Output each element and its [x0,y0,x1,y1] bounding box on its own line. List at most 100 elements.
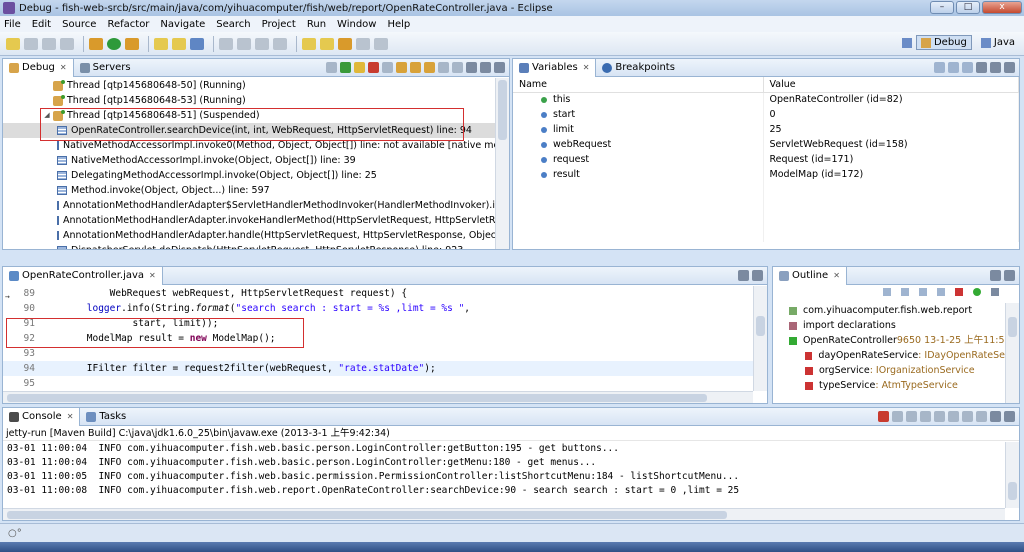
column-header-value[interactable]: Value [763,77,1019,93]
forward-icon[interactable] [374,37,388,50]
vertical-scrollbar[interactable] [495,78,509,249]
minimize-button[interactable]: – [930,1,954,14]
maximize-button[interactable]: □ [956,1,980,14]
code-line[interactable]: 91 start, limit)); [3,316,753,331]
variable-row[interactable]: request Request (id=171) [513,152,1019,167]
maximize-view-icon[interactable] [752,270,763,281]
tab-servers[interactable]: Servers [74,59,137,77]
suspend-icon[interactable] [354,62,365,73]
previous-annotation-icon[interactable] [320,37,334,50]
drop-to-frame-icon[interactable] [438,62,449,73]
code-line[interactable]: 93 [3,346,753,361]
open-type-icon[interactable] [172,37,186,50]
tab-openratecontroller[interactable]: OpenRateController.java ✕ [3,266,163,285]
minimize-view-icon[interactable] [990,411,1001,422]
menu-file[interactable]: File [4,19,21,30]
variable-row[interactable]: this OpenRateController (id=82) [513,92,1019,107]
new-project-icon[interactable] [154,37,168,50]
vertical-scrollbar[interactable] [1005,442,1019,508]
tab-breakpoints[interactable]: Breakpoints [596,59,681,77]
tab-variables[interactable]: Variables ✕ [513,58,597,77]
step-return-icon[interactable] [424,62,435,73]
outline-item[interactable]: import declarations [773,318,1005,333]
menu-navigate[interactable]: Navigate [160,19,205,30]
step-into-icon[interactable] [396,62,407,73]
maximize-view-icon[interactable] [1004,62,1015,73]
resume-icon[interactable] [340,62,351,73]
hide-static-icon[interactable] [937,288,945,296]
toggle-mark-icon[interactable] [219,37,233,50]
stack-frame-row[interactable]: DispatcherServlet.doDispatch(HttpServlet… [3,243,495,249]
code-area[interactable]: 89 WebRequest webRequest, HttpServletReq… [3,286,753,391]
remove-all-terminated-icon[interactable] [906,411,917,422]
menu-search[interactable]: Search [216,19,250,30]
terminate-icon[interactable] [878,411,889,422]
show-type-names-icon[interactable] [934,62,945,73]
code-line[interactable]: → 92 ModelMap result = new ModelMap(); [3,292,753,346]
thread-row[interactable]: ◢ Thread [qtp145680648-51] (Suspended) [3,108,495,123]
back-icon[interactable] [356,37,370,50]
show-logical-structure-icon[interactable] [948,62,959,73]
minimize-view-icon[interactable] [990,270,1001,281]
vertical-scrollbar[interactable] [1005,303,1019,403]
clear-console-icon[interactable] [920,411,931,422]
stack-frame-row[interactable]: OpenRateController.searchDevice(int, int… [3,123,495,138]
stack-frame-row[interactable]: NativeMethodAccessorImpl.invoke(Object, … [3,153,495,168]
minimize-view-icon[interactable] [480,62,491,73]
expand-arrow-icon[interactable]: ◢ [43,108,51,123]
save-all-icon[interactable] [42,37,56,50]
thread-row[interactable]: Thread [qtp145680648-53] (Running) [3,93,495,108]
tab-outline[interactable]: Outline ✕ [773,266,847,285]
close-tab-icon[interactable]: ✕ [583,63,590,72]
display-console-icon[interactable] [962,411,973,422]
scroll-lock-icon[interactable] [934,411,945,422]
vertical-scrollbar[interactable] [753,286,767,391]
code-line[interactable]: 95 [3,376,753,391]
perspective-debug[interactable]: Debug [915,35,972,50]
stack-frame-row[interactable]: NativeMethodAccessorImpl.invoke0(Method,… [3,138,495,153]
view-menu-icon[interactable] [976,62,987,73]
toggle-breadcrumb-icon[interactable] [273,37,287,50]
terminate-icon[interactable] [368,62,379,73]
disconnect-icon[interactable] [382,62,393,73]
minimize-view-icon[interactable] [738,270,749,281]
variable-row[interactable]: start 0 [513,107,1019,122]
variable-row[interactable]: result ModelMap (id=172) [513,167,1019,182]
stack-frame-row[interactable]: AnnotationMethodHandlerAdapter$ServletHa… [3,198,495,213]
menu-window[interactable]: Window [337,19,376,30]
stack-frame-row[interactable]: AnnotationMethodHandlerAdapter.invokeHan… [3,213,495,228]
tab-debug[interactable]: Debug ✕ [3,58,74,77]
use-step-filters-icon[interactable] [452,62,463,73]
code-line[interactable]: 94 IFilter filter = request2filter(webRe… [3,361,753,376]
step-over-icon[interactable] [410,62,421,73]
search-icon[interactable] [190,37,204,50]
new-icon[interactable] [6,37,20,50]
remove-terminated-icon[interactable] [326,62,337,73]
menu-project[interactable]: Project [262,19,296,30]
hide-local-types-icon[interactable] [973,288,981,296]
print-icon[interactable] [60,37,74,50]
debug-run-icon[interactable] [89,37,103,50]
open-perspective-icon[interactable] [901,37,912,48]
collapse-all-icon[interactable] [883,288,891,296]
menu-edit[interactable]: Edit [32,19,51,30]
menu-run[interactable]: Run [307,19,326,30]
hide-fields-icon[interactable] [919,288,927,296]
menu-source[interactable]: Source [62,19,96,30]
code-line[interactable]: 89 WebRequest webRequest, HttpServletReq… [3,286,753,301]
breakpoint-marker-icon[interactable]: → [5,289,13,301]
maximize-view-icon[interactable] [1004,270,1015,281]
save-icon[interactable] [24,37,38,50]
close-tab-icon[interactable]: ✕ [833,271,840,280]
last-edit-icon[interactable] [338,37,352,50]
outline-item[interactable]: orgService : IOrganizationService [773,363,1005,378]
code-line[interactable]: 90 logger.info(String.format("search sea… [3,301,753,316]
view-menu-icon[interactable] [466,62,477,73]
thread-row[interactable]: Thread [qtp145680648-50] (Running) [3,78,495,93]
close-tab-icon[interactable]: ✕ [60,63,67,72]
variable-row[interactable]: limit 25 [513,122,1019,137]
stack-frame-row[interactable]: AnnotationMethodHandlerAdapter.handle(Ht… [3,228,495,243]
horizontal-scrollbar[interactable] [3,508,1005,520]
column-header-name[interactable]: Name [513,77,764,93]
variable-row[interactable]: webRequest ServletWebRequest (id=158) [513,137,1019,152]
